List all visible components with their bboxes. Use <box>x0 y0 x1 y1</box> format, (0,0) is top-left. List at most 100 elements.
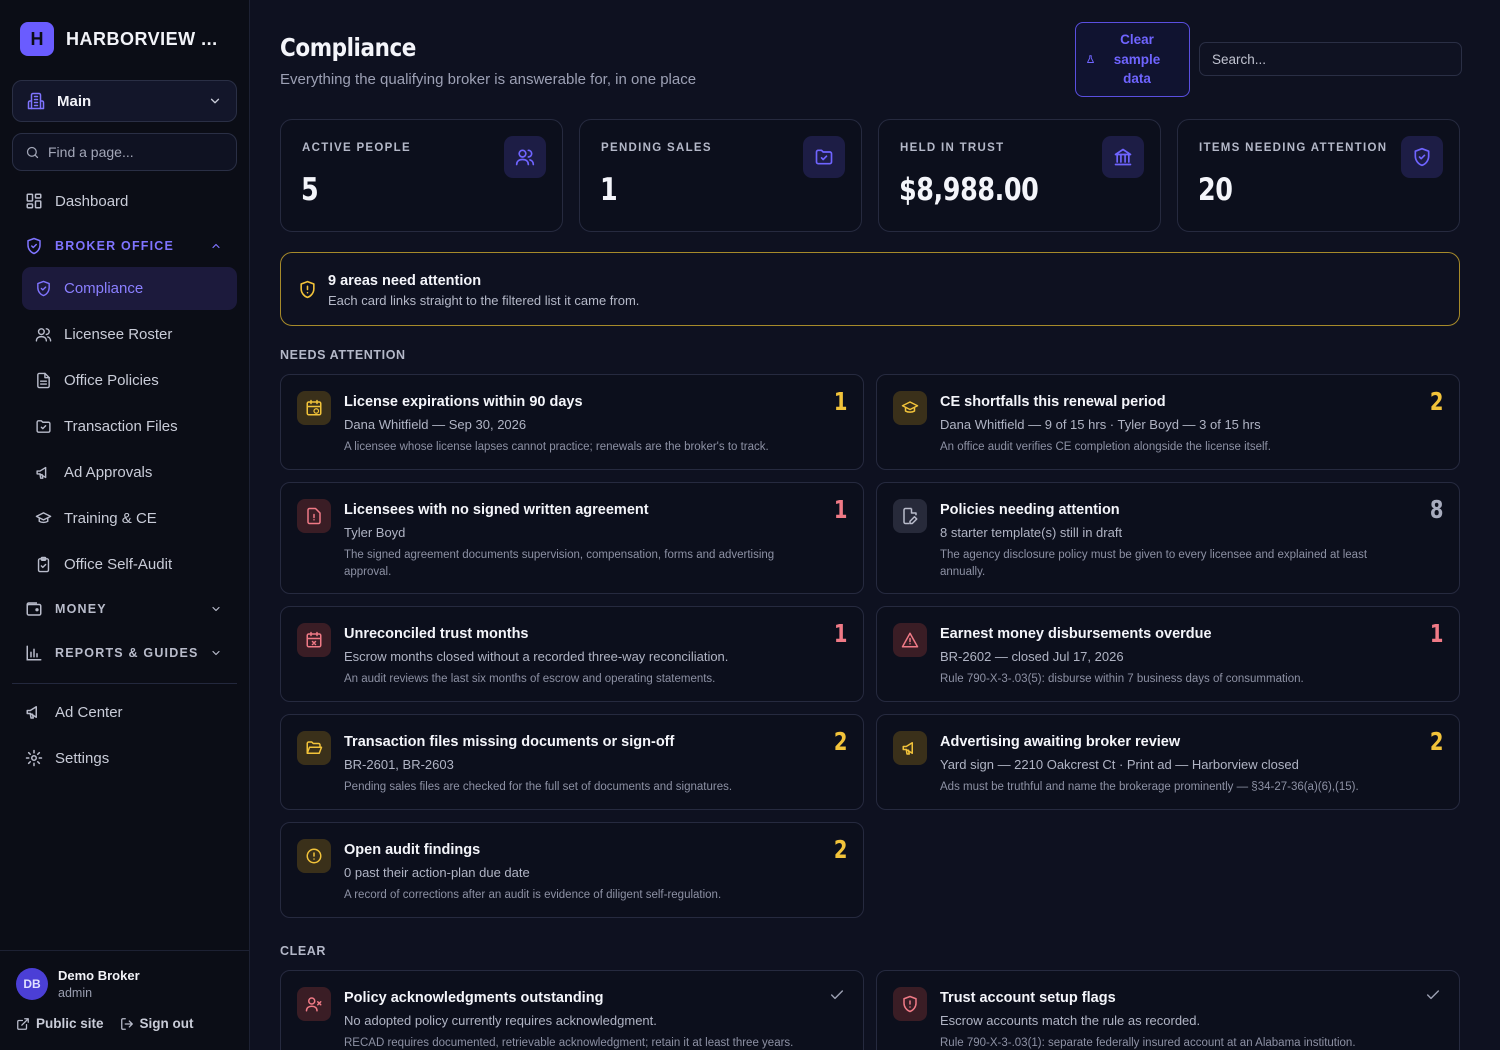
card-count: 2 <box>833 727 847 756</box>
stat-label: HELD IN TRUST <box>900 142 1005 154</box>
card-note: The signed agreement documents supervisi… <box>344 549 775 578</box>
card-transaction-files-missing[interactable]: Transaction files missing documents or s… <box>280 714 864 810</box>
sign-out-link[interactable]: Sign out <box>120 1016 194 1031</box>
card-policies-needing-attention[interactable]: Policies needing attention 8 starter tem… <box>876 482 1460 594</box>
card-title: Transaction files missing documents or s… <box>344 734 675 750</box>
card-detail: 8 starter template(s) still in draft <box>940 525 1123 540</box>
flask-icon <box>1086 55 1095 64</box>
card-note: The agency disclosure policy must be giv… <box>940 549 1368 578</box>
sidebar-item-label: Dashboard <box>55 192 129 210</box>
card-title: CE shortfalls this renewal period <box>940 394 1166 410</box>
shield-check-icon <box>1401 136 1443 178</box>
grid-icon <box>25 192 43 210</box>
check-icon <box>829 987 845 1003</box>
sign-out-icon <box>120 1017 134 1031</box>
stat-label: ITEMS NEEDING ATTENTION <box>1199 142 1388 154</box>
sidebar-item-ad-center[interactable]: Ad Center <box>25 703 123 721</box>
users-icon <box>504 136 546 178</box>
public-site-link[interactable]: Public site <box>16 1016 104 1031</box>
card-note: Ads must be truthful and name the broker… <box>940 781 1359 793</box>
sidebar-item-office-policies[interactable]: Office Policies <box>35 372 159 389</box>
user-divider <box>0 950 250 951</box>
stat-card-items-needing-attention[interactable]: ITEMS NEEDING ATTENTION 20 <box>1177 119 1460 232</box>
card-note: Rule 790-X-3-.03(5): disburse within 7 b… <box>940 673 1304 685</box>
find-page-input[interactable] <box>48 144 218 160</box>
sidebar-item-compliance[interactable]: Compliance <box>35 280 143 297</box>
sidebar-item-label: Transaction Files <box>64 418 178 435</box>
card-count: 2 <box>833 835 847 864</box>
stat-card-held-in-trust[interactable]: HELD IN TRUST $8,988.00 <box>878 119 1161 232</box>
section-label: REPORTS & GUIDES <box>55 646 199 660</box>
user-name: Demo Broker <box>58 968 140 983</box>
shield-check-icon <box>35 280 52 297</box>
sidebar-item-licensee-roster[interactable]: Licensee Roster <box>35 326 172 343</box>
avatar: DB <box>16 968 48 1000</box>
stat-card-active-people[interactable]: ACTIVE PEOPLE 5 <box>280 119 563 232</box>
workspace-select[interactable]: Main <box>12 80 237 122</box>
card-count: 1 <box>833 387 847 416</box>
alert-title: 9 areas need attention <box>328 273 482 289</box>
attention-alert: 9 areas need attention Each card links s… <box>280 252 1460 326</box>
sidebar-section-money[interactable]: MONEY <box>25 600 235 618</box>
card-count: 1 <box>833 619 847 648</box>
card-trust-account-setup[interactable]: Trust account setup flags Escrow account… <box>876 970 1460 1050</box>
section-label: BROKER OFFICE <box>55 239 175 253</box>
sidebar-item-dashboard[interactable]: Dashboard <box>25 192 128 210</box>
search-input[interactable] <box>1212 51 1449 67</box>
sidebar-item-transaction-files[interactable]: Transaction Files <box>35 418 178 435</box>
page-title: Compliance <box>280 33 416 62</box>
card-count: 1 <box>1429 619 1443 648</box>
card-note: A record of corrections after an audit i… <box>344 889 722 901</box>
card-open-audit-findings[interactable]: Open audit findings 0 past their action-… <box>280 822 864 918</box>
card-earnest-money-overdue[interactable]: Earnest money disbursements overdue BR-2… <box>876 606 1460 702</box>
card-license-expirations[interactable]: License expirations within 90 days Dana … <box>280 374 864 470</box>
card-title: Licensees with no signed written agreeme… <box>344 502 649 518</box>
megaphone-icon <box>25 703 43 721</box>
sidebar-section-broker-office[interactable]: BROKER OFFICE <box>25 237 235 255</box>
calendar-x-icon <box>297 623 331 657</box>
card-count: 8 <box>1429 495 1443 524</box>
graduation-cap-icon <box>893 391 927 425</box>
card-detail: 0 past their action-plan due date <box>344 865 530 880</box>
chevron-down-icon <box>210 647 222 659</box>
card-title: Open audit findings <box>344 842 481 858</box>
sidebar-item-label: Ad Approvals <box>64 464 153 481</box>
card-no-signed-agreement[interactable]: Licensees with no signed written agreeme… <box>280 482 864 594</box>
chevron-down-icon <box>208 94 222 108</box>
find-page-field[interactable] <box>12 133 237 171</box>
user-x-icon <box>297 987 331 1021</box>
external-link-icon <box>16 1017 30 1031</box>
sidebar: H HARBORVIEW ... Main Dashboard BROKER O… <box>0 0 250 1050</box>
clear-sample-data-label: Clear sample data <box>1113 32 1161 87</box>
clipboard-check-icon <box>35 556 52 573</box>
sidebar-item-settings[interactable]: Settings <box>25 749 109 767</box>
sidebar-item-office-self-audit[interactable]: Office Self-Audit <box>35 556 172 573</box>
card-detail: Yard sign — 2210 Oakcrest Ct · Print ad … <box>940 757 1299 772</box>
card-ce-shortfalls[interactable]: CE shortfalls this renewal period Dana W… <box>876 374 1460 470</box>
sign-out-label: Sign out <box>139 1016 194 1031</box>
document-icon <box>35 372 52 389</box>
document-alert-icon <box>297 499 331 533</box>
stat-card-pending-sales[interactable]: PENDING SALES 1 <box>579 119 862 232</box>
card-advertising-awaiting-review[interactable]: Advertising awaiting broker review Yard … <box>876 714 1460 810</box>
card-note: An audit reviews the last six months of … <box>344 673 716 685</box>
users-icon <box>35 326 52 343</box>
user-profile[interactable]: DB Demo Broker admin <box>16 968 140 1000</box>
sidebar-item-training-ce[interactable]: Training & CE <box>35 510 157 527</box>
card-title: Advertising awaiting broker review <box>940 734 1181 750</box>
search-field[interactable] <box>1199 42 1462 76</box>
brand[interactable]: H HARBORVIEW ... <box>20 22 218 56</box>
sidebar-item-ad-approvals[interactable]: Ad Approvals <box>35 464 152 481</box>
stat-label: PENDING SALES <box>601 142 712 154</box>
search-icon <box>25 145 40 160</box>
card-note: An office audit verifies CE completion a… <box>940 441 1271 453</box>
graduation-cap-icon <box>35 510 52 527</box>
shield-icon <box>25 237 43 255</box>
folder-check-icon <box>803 136 845 178</box>
card-policy-acknowledgments[interactable]: Policy acknowledgments outstanding No ad… <box>280 970 864 1050</box>
sidebar-divider <box>12 683 237 684</box>
section-label: MONEY <box>55 602 107 616</box>
card-unreconciled-trust-months[interactable]: Unreconciled trust months Escrow months … <box>280 606 864 702</box>
clear-sample-data-button[interactable]: Clear sample data <box>1075 22 1190 97</box>
sidebar-section-reports-guides[interactable]: REPORTS & GUIDES <box>25 644 235 662</box>
